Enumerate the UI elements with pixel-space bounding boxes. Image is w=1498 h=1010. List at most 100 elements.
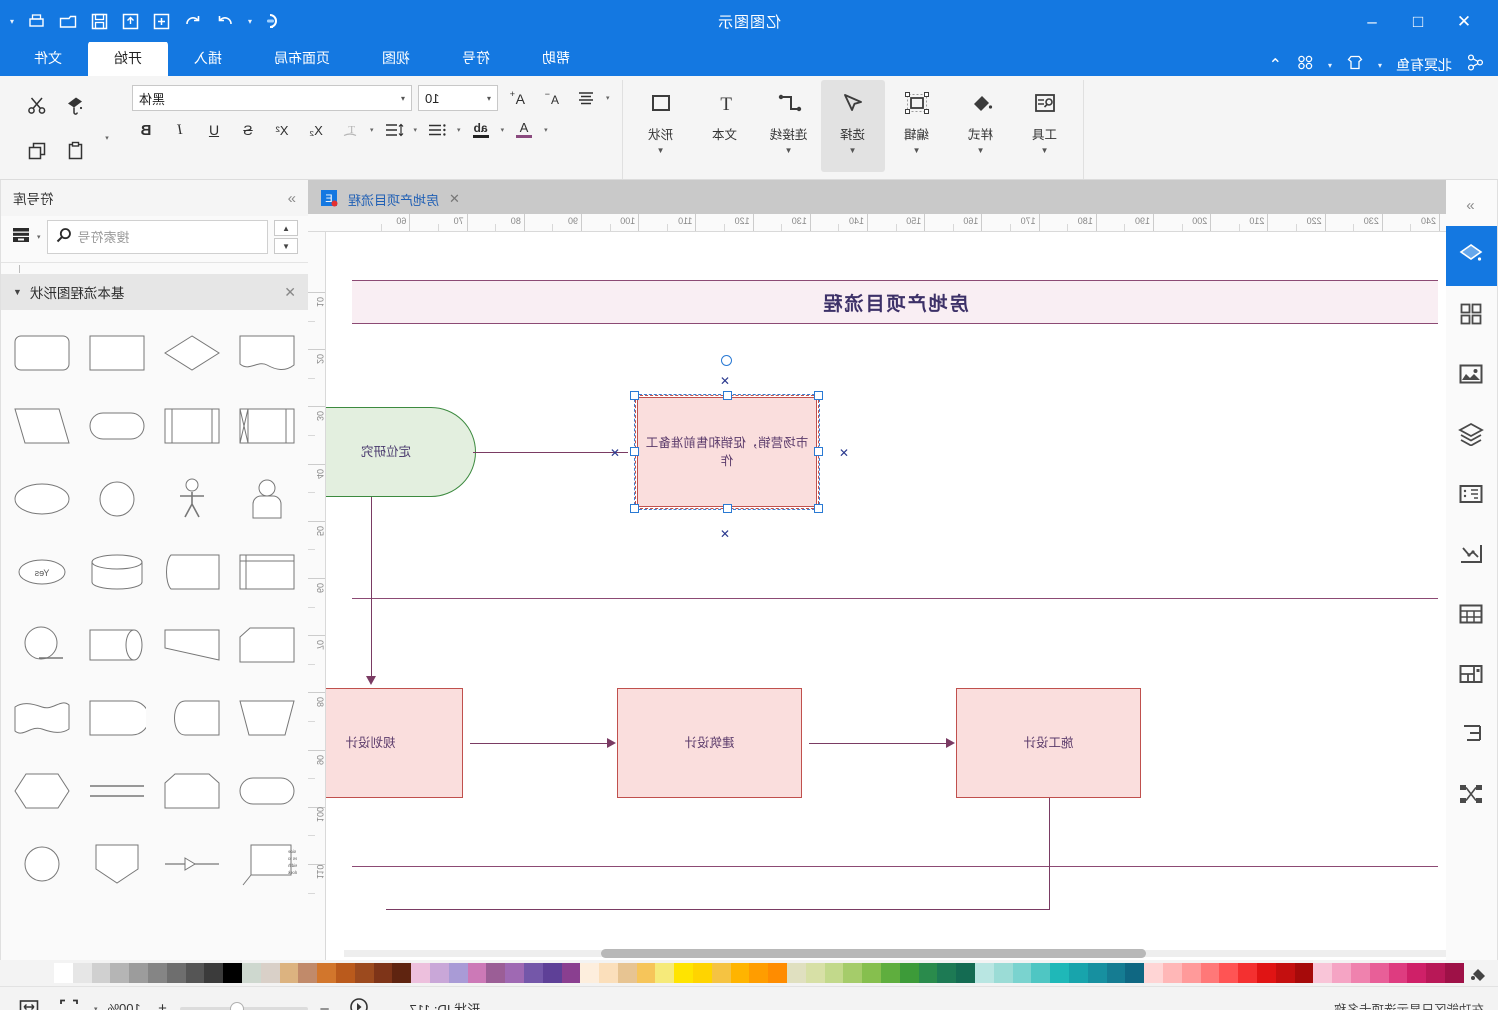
color-swatch[interactable] — [392, 963, 412, 983]
color-swatch[interactable] — [260, 963, 280, 983]
tool-edit[interactable]: 编辑 ▼ — [885, 80, 949, 172]
tool-style[interactable]: 样式 ▼ — [949, 80, 1013, 172]
shape-document[interactable] — [229, 316, 304, 389]
color-swatch[interactable] — [1144, 963, 1164, 983]
subscript-button[interactable]: X₂ — [302, 117, 330, 143]
new-icon[interactable] — [153, 13, 170, 30]
color-swatch[interactable] — [1294, 963, 1314, 983]
zoom-out-button[interactable]: – — [316, 1000, 334, 1010]
color-swatch[interactable] — [1275, 963, 1295, 983]
zoom-caret-icon[interactable]: ▾ — [94, 1005, 98, 1010]
color-swatch[interactable] — [899, 963, 919, 983]
shape-rounded-rectangle[interactable] — [5, 316, 80, 389]
canvas-hscrollbar[interactable] — [344, 948, 1446, 958]
shape-octagon[interactable] — [155, 754, 230, 827]
connector-h-4[interactable] — [386, 909, 1050, 911]
color-swatch[interactable] — [862, 963, 882, 983]
tab-help[interactable]: 帮助 — [516, 41, 596, 76]
color-swatch[interactable] — [1407, 963, 1427, 983]
color-swatch[interactable] — [1388, 963, 1408, 983]
shape-circle-with-line[interactable] — [5, 608, 80, 681]
font-name-caret-icon[interactable]: ▾ — [401, 94, 405, 103]
align-text-button[interactable] — [572, 85, 600, 111]
library-caret-icon[interactable]: ▾ — [37, 233, 41, 241]
collapse-ribbon-icon[interactable]: ⌃ — [1269, 55, 1282, 75]
symbol-panel-expand-icon[interactable]: » — [290, 190, 296, 207]
color-swatch[interactable] — [580, 963, 600, 983]
close-icon[interactable]: ✕ — [284, 284, 296, 301]
highlight-color-button[interactable]: ab — [467, 117, 495, 143]
redo-caret-icon[interactable]: ▾ — [248, 17, 252, 26]
color-swatch[interactable] — [768, 963, 788, 983]
shape-flag[interactable] — [155, 535, 230, 608]
shape-circle[interactable] — [80, 462, 155, 535]
print-icon[interactable] — [28, 13, 45, 30]
shape-hexagon[interactable] — [5, 754, 80, 827]
color-swatch[interactable] — [298, 963, 318, 983]
shape-pentagon-down[interactable] — [80, 827, 155, 900]
shape-double-line[interactable] — [80, 754, 155, 827]
color-swatch[interactable] — [1238, 963, 1257, 983]
color-swatch[interactable] — [411, 963, 430, 983]
tool-tools-caret-icon[interactable]: ▼ — [1041, 146, 1049, 155]
color-swatch[interactable] — [429, 963, 449, 983]
symbol-section-basic-flowchart[interactable]: ▼ 基本流程图形状 ✕ — [1, 274, 308, 310]
shape-card[interactable] — [229, 535, 304, 608]
highlight-caret-icon[interactable]: ▾ — [501, 126, 505, 134]
color-swatch[interactable] — [1069, 963, 1088, 983]
shape-actor[interactable] — [155, 462, 230, 535]
tool-connector[interactable]: 连接线 ▼ — [757, 80, 821, 172]
shape-pill[interactable] — [229, 754, 304, 827]
shape-cylinder[interactable] — [80, 608, 155, 681]
font-color-caret-icon[interactable]: ▾ — [544, 126, 548, 134]
connector-v-2[interactable] — [1048, 798, 1050, 910]
color-swatch[interactable] — [1313, 963, 1333, 983]
shape-parallelogram[interactable] — [5, 389, 80, 462]
color-swatch[interactable] — [110, 963, 130, 983]
color-swatch[interactable] — [147, 963, 167, 983]
shape-wave[interactable] — [5, 681, 80, 754]
tab-file[interactable]: 文件 — [8, 41, 88, 76]
color-swatch[interactable] — [317, 963, 336, 983]
resize-handle-tl[interactable] — [814, 391, 823, 400]
shape-arrow-line[interactable] — [155, 827, 230, 900]
resize-handle-tc[interactable] — [723, 391, 732, 400]
theme-icon[interactable] — [1346, 54, 1364, 76]
color-swatch[interactable] — [185, 963, 205, 983]
apps-caret-icon[interactable]: ▾ — [1328, 61, 1332, 70]
color-swatch[interactable] — [523, 963, 543, 983]
font-size-caret-icon[interactable]: ▾ — [487, 94, 491, 103]
color-swatch[interactable] — [655, 963, 675, 983]
font-name-select[interactable]: 黑体 ▾ — [132, 85, 412, 111]
bold-button[interactable]: B — [132, 117, 160, 143]
scroll-down-button[interactable]: ▼ — [274, 238, 298, 254]
color-swatch[interactable] — [1012, 963, 1032, 983]
shape-decision-yes[interactable]: Yes — [5, 535, 80, 608]
tab-insert[interactable]: 插入 — [168, 41, 248, 76]
color-swatch[interactable] — [1332, 963, 1351, 983]
color-swatch[interactable] — [72, 963, 92, 983]
color-swatch[interactable] — [1426, 963, 1445, 983]
line-spacing-caret-icon[interactable]: ▾ — [414, 126, 418, 134]
color-swatch[interactable] — [787, 963, 806, 983]
tool-select-caret-icon[interactable]: ▼ — [849, 146, 857, 155]
diagram-canvas[interactable]: 房地产项目流程 定位研究 市场营销，促销和售前准备工作 ✕ ✕ ✕ ✕ 规划设计… — [326, 232, 1446, 960]
color-swatch[interactable] — [824, 963, 844, 983]
increase-font-size-button[interactable]: A + — [504, 85, 532, 111]
shape-rectangle[interactable] — [80, 316, 155, 389]
color-swatch[interactable] — [354, 963, 374, 983]
bullet-list-button[interactable] — [423, 117, 451, 143]
rail-expand-button[interactable]: » — [1450, 184, 1494, 226]
qat-caret-icon[interactable]: ▾ — [10, 17, 14, 26]
apps-grid-icon[interactable] — [1296, 54, 1314, 76]
resize-handle-tr[interactable] — [630, 391, 639, 400]
color-swatch[interactable] — [1219, 963, 1239, 983]
cut-button[interactable] — [18, 86, 56, 124]
paste-caret-icon[interactable]: ▾ — [100, 119, 114, 157]
color-swatch[interactable] — [1181, 963, 1201, 983]
shape-internal-storage[interactable] — [229, 389, 304, 462]
color-swatch[interactable] — [674, 963, 694, 983]
shape-stadium[interactable] — [80, 389, 155, 462]
shape-annotation[interactable]: Drag the side handles to change the width o… — [229, 827, 304, 900]
rail-item-connectors[interactable] — [1450, 766, 1494, 826]
